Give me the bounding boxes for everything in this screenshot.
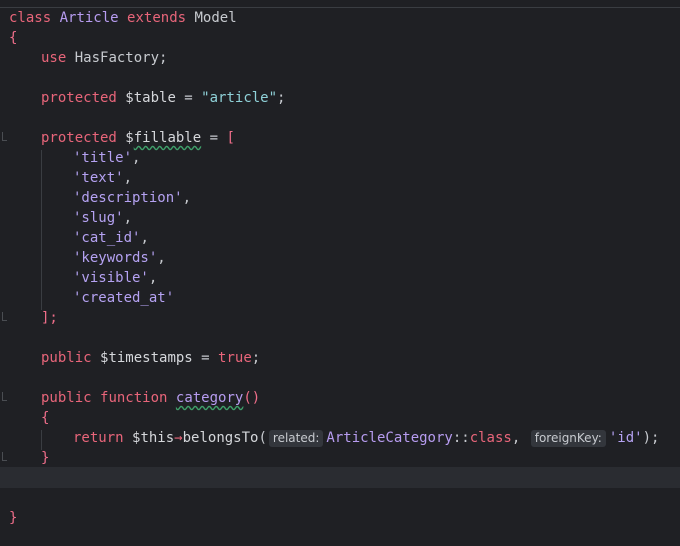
brace: } — [41, 450, 50, 466]
keyword: class — [9, 10, 52, 26]
code-line-fillable-property[interactable]: protected $fillable = [ — [41, 128, 235, 148]
brace: } — [9, 510, 18, 526]
keyword: public — [41, 390, 92, 406]
operator: = — [192, 350, 219, 366]
code-line-class-close-brace[interactable]: } — [9, 508, 17, 528]
operator: = — [201, 130, 227, 146]
trait-name: HasFactory — [74, 50, 160, 66]
punctuation: , — [123, 170, 133, 186]
brace: { — [41, 410, 50, 426]
string-literal: 'visible' — [73, 270, 149, 286]
current-line-highlight — [0, 467, 680, 488]
code-line-array-item[interactable]: 'description', — [73, 188, 191, 208]
keyword: extends — [127, 10, 187, 26]
keyword: public — [41, 350, 92, 366]
code-line-use-trait[interactable]: use HasFactory; — [41, 48, 167, 68]
arrow-operator: → — [174, 430, 183, 446]
variable-prefix: $ — [125, 130, 134, 146]
parens: () — [243, 390, 261, 406]
parent-class: Model — [194, 10, 237, 26]
punctuation: , — [140, 230, 149, 246]
punctuation: , — [511, 430, 521, 446]
keyword: protected — [41, 90, 117, 106]
variable: $table — [125, 90, 176, 106]
code-line-array-item[interactable]: 'cat_id', — [73, 228, 149, 248]
fold-marker-icon[interactable] — [2, 452, 7, 461]
keyword: return — [73, 430, 124, 446]
method-name: category — [175, 390, 244, 406]
string-literal: 'id' — [608, 430, 643, 446]
operator: = — [175, 90, 202, 106]
class-name: Article — [59, 10, 119, 26]
punctuation: , — [132, 150, 141, 166]
boolean-literal: true — [218, 350, 252, 366]
code-line-class-declaration[interactable]: class Article extends Model — [9, 8, 237, 28]
keyword: use — [41, 50, 67, 66]
code-line-array-item[interactable]: 'keywords', — [73, 248, 166, 268]
code-line-array-item[interactable]: 'text', — [73, 168, 132, 188]
parameter-hint: foreignKey: — [530, 430, 606, 447]
bracket: ]; — [41, 310, 58, 326]
scope-operator: :: — [452, 430, 470, 446]
string-literal: 'keywords' — [73, 250, 158, 266]
code-line-method-declaration[interactable]: public function category() — [41, 388, 260, 408]
punctuation: , — [123, 210, 133, 226]
bracket: [ — [226, 130, 235, 146]
code-editor[interactable]: class Article extends Model { use HasFac… — [0, 0, 680, 546]
code-line-array-item[interactable]: 'slug', — [73, 208, 132, 228]
code-line-array-item[interactable]: 'created_at' — [73, 288, 174, 308]
code-line-array-item[interactable]: 'title', — [73, 148, 140, 168]
indent-guide — [41, 150, 42, 310]
string-literal: 'description' — [73, 190, 183, 206]
punctuation: , — [157, 250, 166, 266]
code-line-timestamps-property[interactable]: public $timestamps = true; — [41, 348, 260, 368]
code-line-method-close-brace[interactable]: } — [41, 448, 49, 468]
code-line-method-open-brace[interactable]: { — [41, 408, 49, 428]
code-line-table-property[interactable]: protected $table = "article"; — [41, 88, 285, 108]
punctuation: ; — [159, 50, 168, 66]
punctuation: ; — [251, 350, 261, 366]
code-line-open-brace[interactable]: { — [9, 28, 17, 48]
keyword: function — [100, 390, 168, 406]
string-literal: 'slug' — [73, 210, 124, 226]
code-line-close-bracket[interactable]: ]; — [41, 308, 58, 328]
fold-marker-icon[interactable] — [2, 132, 7, 141]
paren: ( — [258, 430, 267, 446]
string-literal: 'title' — [73, 150, 133, 166]
code-line-return-statement[interactable]: return $this→belongsTo(related: ArticleCa… — [73, 428, 659, 448]
string-literal: 'text' — [73, 170, 124, 186]
method-call: belongsTo — [182, 430, 259, 446]
string-literal: "article" — [201, 90, 278, 106]
indent-guide — [41, 430, 42, 450]
brace: { — [9, 30, 18, 46]
parameter-hint: related: — [268, 430, 324, 447]
code-line-array-item[interactable]: 'visible', — [73, 268, 157, 288]
fold-marker-icon[interactable] — [2, 312, 7, 321]
variable: $timestamps — [100, 350, 193, 366]
punctuation: , — [182, 190, 192, 206]
variable: fillable — [133, 130, 202, 146]
class-reference: ArticleCategory — [326, 430, 453, 446]
keyword: protected — [41, 130, 117, 146]
string-literal: 'created_at' — [73, 290, 175, 306]
string-literal: 'cat_id' — [73, 230, 141, 246]
fold-marker-icon[interactable] — [2, 392, 7, 401]
variable: $this — [132, 430, 175, 446]
punctuation: ; — [277, 90, 286, 106]
punctuation: , — [148, 270, 158, 286]
punctuation: ); — [642, 430, 660, 446]
keyword: class — [469, 430, 512, 446]
